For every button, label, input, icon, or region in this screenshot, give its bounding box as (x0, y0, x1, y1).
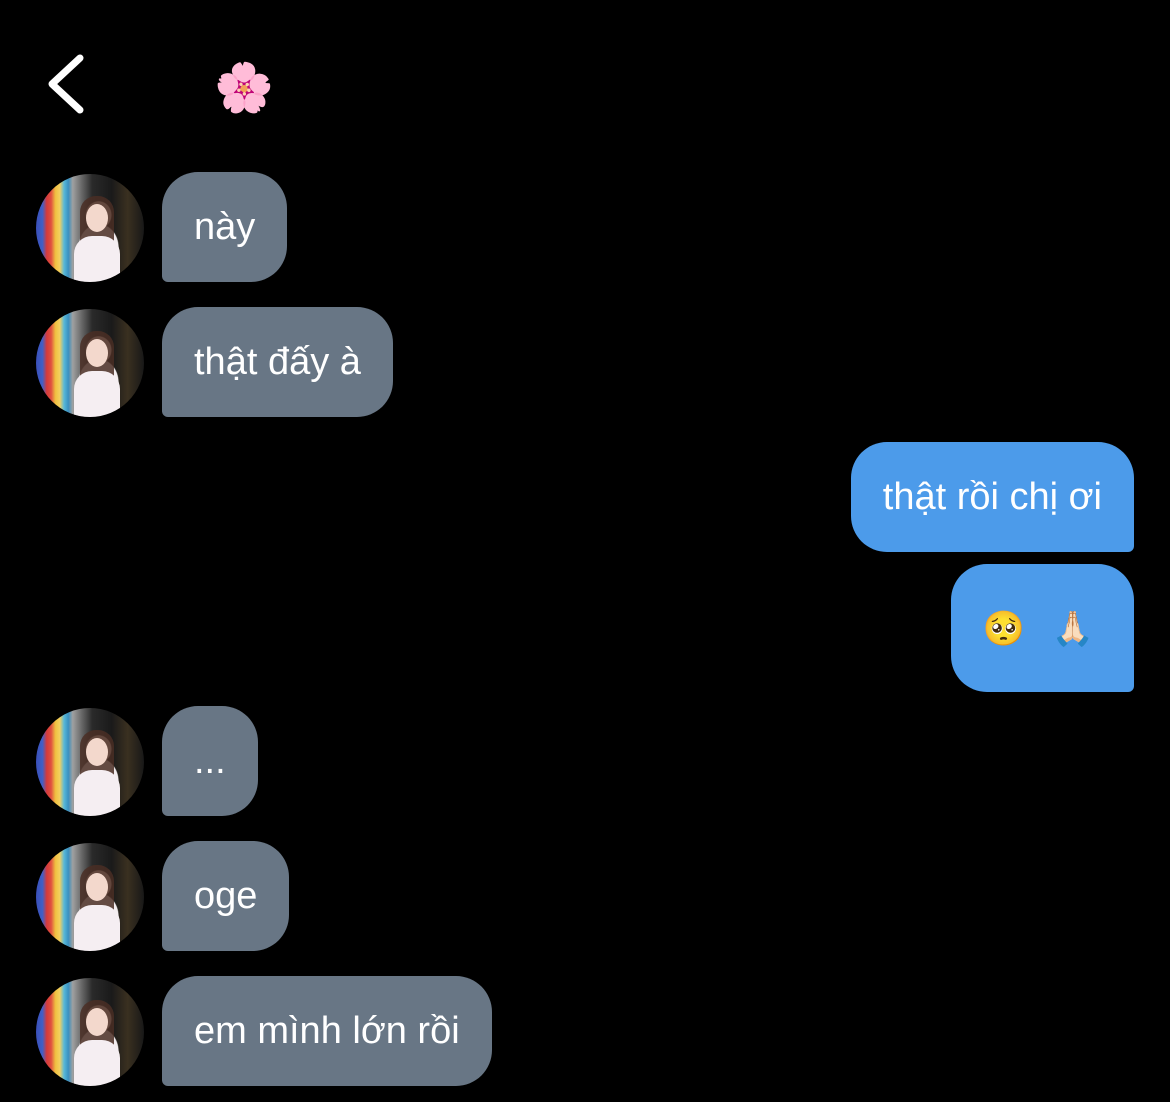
message-bubble-incoming[interactable]: oge (162, 841, 290, 951)
message-text: oge (194, 875, 258, 917)
avatar[interactable] (36, 708, 144, 816)
message-text: em mình lớn rồi (194, 1010, 460, 1052)
message-bubble-outgoing[interactable]: 🥺 🙏🏻 (950, 564, 1134, 692)
chat-title-emoji[interactable]: 🌸 (214, 60, 274, 116)
chevron-left-icon (48, 54, 84, 114)
message-text: thật rồi chị ơi (882, 476, 1102, 518)
message-bubble-incoming[interactable]: ... (162, 706, 258, 816)
message-bubble-incoming[interactable]: thật đấy à (162, 307, 393, 417)
avatar[interactable] (36, 309, 144, 417)
message-text: ... (194, 740, 226, 782)
back-button[interactable] (40, 52, 100, 116)
message-emoji: 🥺 🙏🏻 (982, 609, 1102, 649)
message-text: thật đấy à (194, 341, 361, 383)
avatar[interactable] (36, 843, 144, 951)
avatar[interactable] (36, 174, 144, 282)
chat-header: 🌸 (0, 0, 1170, 150)
avatar[interactable] (36, 978, 144, 1086)
message-bubble-incoming[interactable]: này (162, 172, 288, 282)
message-bubble-outgoing[interactable]: thật rồi chị ơi (850, 442, 1134, 552)
message-text: này (194, 206, 256, 248)
message-bubble-incoming[interactable]: em mình lớn rồi (162, 976, 492, 1086)
